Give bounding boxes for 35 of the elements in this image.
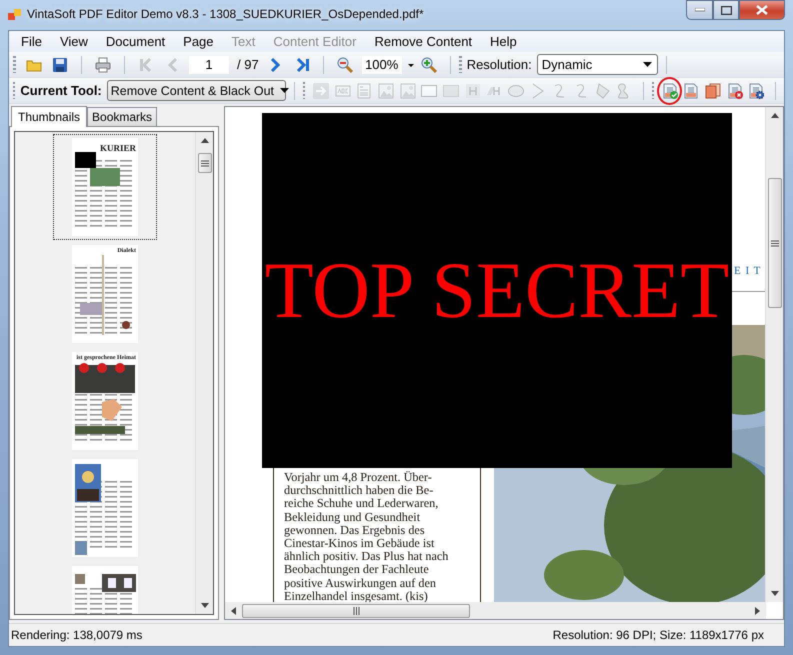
tab[interactable]: Thumbnails xyxy=(11,106,88,127)
menu-item[interactable]: Help xyxy=(481,32,526,51)
dropdown-arrow-icon xyxy=(642,62,652,67)
rendering-time: Rendering: 138,0079 ms xyxy=(11,628,142,642)
tab[interactable]: Bookmarks xyxy=(87,107,158,126)
document-check-icon[interactable] xyxy=(657,76,682,104)
resolution-label: Resolution: xyxy=(466,57,532,72)
tool-dropdown[interactable]: Remove Content & Black Out xyxy=(106,80,286,101)
page-info: Resolution: 96 DPI; Size: 1189x1776 px xyxy=(552,628,764,642)
menu-item[interactable]: Remove Content xyxy=(365,32,482,51)
scroll-thumb[interactable] xyxy=(242,604,470,618)
minimize-icon xyxy=(694,8,704,12)
dropdown-arrow-icon xyxy=(280,88,290,93)
scroll-thumb[interactable] xyxy=(198,153,212,173)
close-icon xyxy=(756,5,768,15)
scroll-thumb[interactable] xyxy=(768,178,782,308)
maximize-button[interactable] xyxy=(713,0,739,20)
current-tool-label: Current Tool: xyxy=(20,83,102,98)
zoom-field[interactable]: 100% xyxy=(362,56,402,74)
redaction-label: TOP SECRET xyxy=(264,251,730,331)
thumbnail-headline: KURIER xyxy=(100,143,136,153)
menu-item[interactable]: Page xyxy=(174,32,223,51)
maximize-icon xyxy=(720,6,732,14)
menu-item[interactable]: Document xyxy=(96,32,174,51)
menu-item[interactable]: File xyxy=(12,32,51,51)
close-button[interactable] xyxy=(739,0,785,20)
minimize-button[interactable] xyxy=(686,0,713,20)
page-thumbnail[interactable]: KURIER xyxy=(53,134,157,240)
resolution-dropdown[interactable]: Dynamic xyxy=(536,54,658,75)
app-icon xyxy=(8,8,22,22)
masthead-tagline: E I T xyxy=(734,265,762,277)
page-number-field[interactable]: 1 xyxy=(189,56,229,74)
page-count: / 97 xyxy=(237,57,259,72)
window-title: VintaSoft PDF Editor Demo v8.3 - 1308_SUEDKURIER_OsDepended.pdf* xyxy=(27,7,425,21)
menu-item[interactable]: View xyxy=(50,32,97,51)
